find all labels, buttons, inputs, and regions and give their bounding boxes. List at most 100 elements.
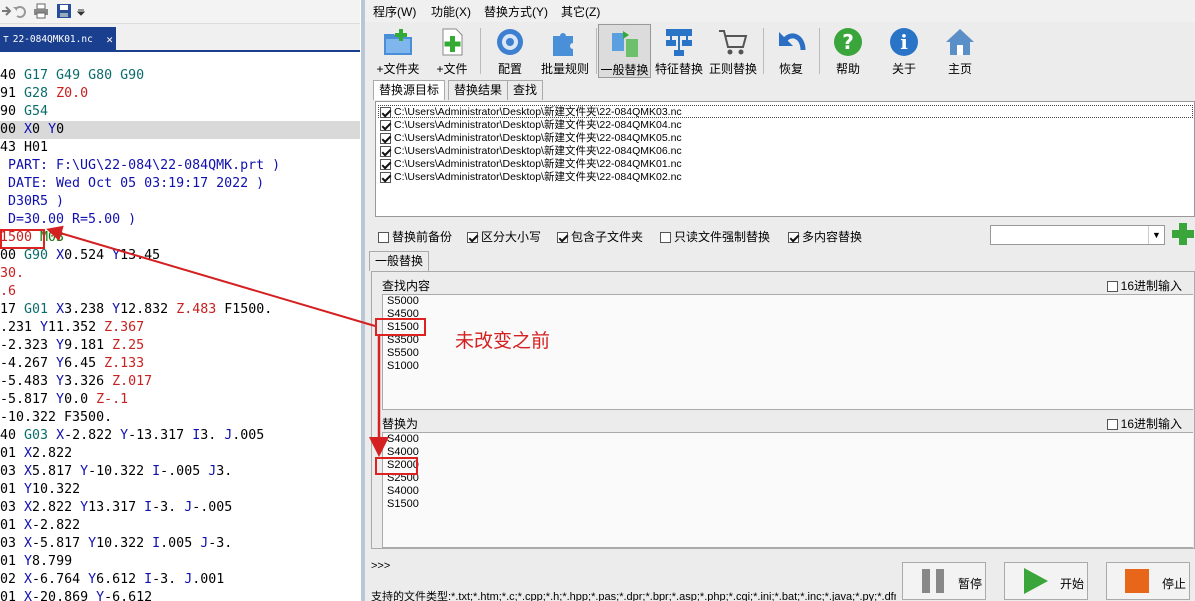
option-subfolders[interactable]: 包含子文件夹 [557,228,643,245]
code-token: -10.322 [88,464,153,479]
checkbox-multi-replace[interactable] [788,232,799,244]
close-icon[interactable]: ✕ [106,27,113,52]
menu-replace-mode[interactable]: 替换方式(Y) [484,3,548,20]
code-line[interactable]: D=30.00 R=5.00 ) [0,211,360,229]
code-line[interactable]: 90 G54 [0,103,360,121]
menu-function[interactable]: 功能(X) [431,3,471,20]
code-line[interactable]: 91 G28 Z0.0 [0,85,360,103]
save-icon[interactable] [56,3,72,19]
code-line[interactable]: 00 X0 Y0 [0,121,360,139]
home-button[interactable]: 主页 [937,24,983,78]
tab-general-replace[interactable]: 一般替换 [369,251,430,271]
stop-button[interactable]: 停止 [1106,562,1190,600]
menu-other[interactable]: 其它(Z) [561,3,600,20]
tab-replace-result[interactable]: 替换结果 [448,80,509,100]
menu-program[interactable]: 程序(W) [373,3,416,20]
code-line[interactable]: 01 Y8.799 [0,553,360,571]
print-icon[interactable] [33,3,49,19]
pin-icon: ⊤ [3,34,9,45]
start-button[interactable]: 开始 [1004,562,1088,600]
batch-rules-button[interactable]: 批量规则 [537,24,593,78]
editor-toolbar [0,0,360,24]
code-line[interactable]: 03 X-5.817 Y10.322 I.005 J-3. [0,535,360,553]
code-line[interactable]: 01 X-2.822 [0,517,360,535]
code-line[interactable]: -5.483 Y3.326 Z.017 [0,373,360,391]
config-button[interactable]: 配置 [485,24,535,78]
feature-replace-icon [666,29,692,56]
code-token: X [56,248,65,263]
code-line[interactable]: 17 G01 X3.238 Y12.832 Z.483 F1500. [0,301,360,319]
code-line[interactable]: 01 Y10.322 [0,481,360,499]
file-row[interactable]: C:\Users\Administrator\Desktop\新建文件夹\22-… [380,158,682,171]
file-checkbox[interactable] [380,145,391,157]
code-line[interactable]: 01 X-20.869 Y-6.612 [0,589,360,601]
editor-tab[interactable]: ⊤ 22-084QMK01.nc ✕ [0,27,116,52]
replace-hex-option[interactable]: 16进制输入 [1106,415,1182,432]
rule-select[interactable]: ▼ [990,225,1165,245]
add-rule-button[interactable] [1171,222,1195,246]
code-line[interactable]: 40 G17 G49 G80 G90 [0,67,360,85]
restore-button[interactable]: 恢复 [769,24,813,78]
code-line[interactable]: D30R5 ) [0,193,360,211]
option-case-sensitive[interactable]: 区分大小写 [467,228,541,245]
checkbox-backup[interactable] [378,232,389,244]
code-line[interactable]: 01 X2.822 [0,445,360,463]
file-list[interactable]: C:\Users\Administrator\Desktop\新建文件夹\22-… [375,101,1195,217]
file-row[interactable]: C:\Users\Administrator\Desktop\新建文件夹\22-… [380,106,682,119]
tab-source-target[interactable]: 替换源目标 [373,80,446,100]
code-token: X [24,572,33,587]
file-row[interactable]: C:\Users\Administrator\Desktop\新建文件夹\22-… [380,119,682,132]
chevron-down-icon[interactable]: ▼ [1148,226,1164,244]
option-readonly-force[interactable]: 只读文件强制替换 [660,228,770,245]
regex-replace-button[interactable]: 正则替换 [707,24,759,78]
code-token: -3. [208,536,233,551]
replace-hex-checkbox[interactable] [1106,419,1118,431]
code-line[interactable]: -4.267 Y6.45 Z.133 [0,355,360,373]
code-line[interactable]: 02 X-6.764 Y6.612 I-3. J.001 [0,571,360,589]
add-file-button[interactable]: +文件 [429,24,475,78]
code-line[interactable]: DATE: Wed Oct 05 03:19:17 2022 ) [0,175,360,193]
help-button[interactable]: ? 帮助 [825,24,871,78]
replace-textarea[interactable]: S4000 S4000 S2000 S2500 S4000 S1500 [382,432,1193,548]
code-line[interactable]: -10.322 F3500. [0,409,360,427]
file-row[interactable]: C:\Users\Administrator\Desktop\新建文件夹\22-… [380,132,682,145]
undo-icon[interactable] [12,3,28,19]
dropdown-icon[interactable] [76,3,86,19]
code-line[interactable]: -2.323 Y9.181 Z.25 [0,337,360,355]
file-checkbox[interactable] [380,106,391,118]
feature-replace-button[interactable]: 特征替换 [653,24,705,78]
code-line[interactable]: .6 [0,283,360,301]
file-checkbox[interactable] [380,158,391,170]
code-line[interactable]: 43 H01 [0,139,360,157]
file-checkbox[interactable] [380,171,391,183]
add-folder-button[interactable]: +文件夹 [373,24,423,78]
code-line[interactable]: 40 G03 X-2.822 Y-13.317 I3. J.005 [0,427,360,445]
file-row[interactable]: C:\Users\Administrator\Desktop\新建文件夹\22-… [380,145,682,158]
checkbox-case-sensitive[interactable] [467,232,478,244]
code-line[interactable]: 30. [0,265,360,283]
file-checkbox[interactable] [380,132,391,144]
code-line[interactable]: 03 X2.822 Y13.317 I-3. J-.005 [0,499,360,517]
about-button[interactable]: i 关于 [881,24,927,78]
add-folder-icon [384,29,412,55]
tab-find[interactable]: 查找 [507,80,544,100]
checkbox-subfolders[interactable] [557,232,568,244]
general-replace-button[interactable]: 一般替换 [598,24,651,78]
gear-icon [497,29,523,55]
find-hex-option[interactable]: 16进制输入 [1106,277,1182,294]
file-row[interactable]: C:\Users\Administrator\Desktop\新建文件夹\22-… [380,171,682,184]
find-hex-checkbox[interactable] [1106,281,1118,293]
code-editor[interactable]: ⊤ 22-084QMK01.nc ✕ 40 G17 G49 G80 G90 91 G… [0,0,360,601]
checkbox-readonly-force[interactable] [660,232,671,244]
file-checkbox[interactable] [380,119,391,131]
option-multi-replace[interactable]: 多内容替换 [788,228,862,245]
code-line[interactable]: -5.817 Y0.0 Z-.1 [0,391,360,409]
s1500-highlight-box [0,229,45,249]
code-line[interactable]: 1500 M03 [0,229,360,247]
code-line[interactable]: .231 Y11.352 Z.367 [0,319,360,337]
code-line[interactable]: PART: F:\UG\22-084\22-084QMK.prt ) [0,157,360,175]
option-backup[interactable]: 替换前备份 [378,228,452,245]
code-line[interactable]: 03 X5.817 Y-10.322 I-.005 J3. [0,463,360,481]
pause-button[interactable]: 暂停 [902,562,986,600]
code-line[interactable]: 00 G90 X0.524 Y13.45 [0,247,360,265]
